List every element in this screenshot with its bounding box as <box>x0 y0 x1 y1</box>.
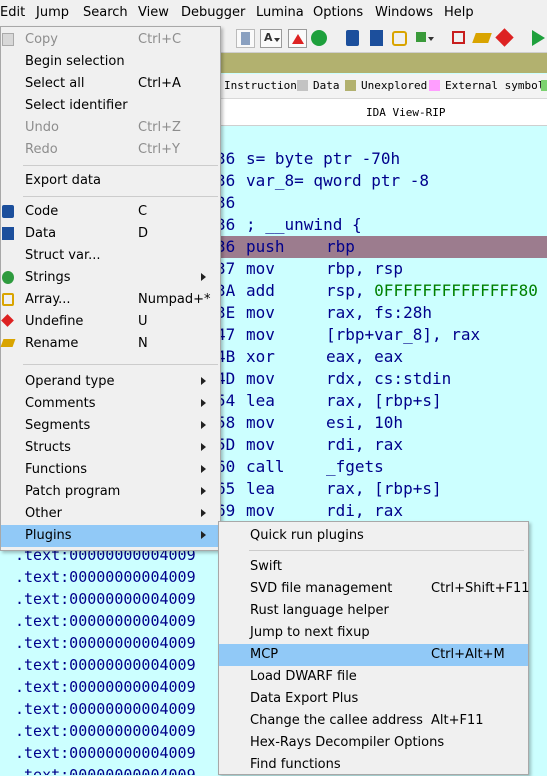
copy-icon <box>2 33 14 46</box>
menu-options[interactable]: Options <box>313 5 363 20</box>
menu-item-segments[interactable]: Segments <box>1 415 220 437</box>
stop-icon[interactable] <box>495 28 515 48</box>
submenu-arrow-icon <box>201 465 206 473</box>
menu-item-strings[interactable]: Strings <box>1 267 220 289</box>
menu-item-load-dwarf-file[interactable]: Load DWARF file <box>219 666 528 688</box>
menu-bar: Edit Jump Search View Debugger Lumina Op… <box>0 0 547 27</box>
plugins-submenu: Quick run plugins Swift SVD file managem… <box>218 521 529 775</box>
menu-item-data-export-plus[interactable]: Data Export Plus <box>219 688 528 710</box>
menu-item-undo[interactable]: Undo Ctrl+Z <box>1 117 220 139</box>
menu-item-functions[interactable]: Functions <box>1 459 220 481</box>
menu-item-svd-file-management[interactable]: SVD file management Ctrl+Shift+F11 <box>219 578 529 600</box>
menu-debugger[interactable]: Debugger <box>181 5 245 20</box>
menu-item-code[interactable]: Code C <box>1 201 220 223</box>
text-address[interactable]: .text:00000000004009 <box>15 654 196 676</box>
menu-item-rust-language-helper[interactable]: Rust language helper <box>219 600 528 622</box>
submenu-arrow-icon <box>201 421 206 429</box>
code-icon <box>2 205 14 218</box>
array-icon <box>2 293 14 306</box>
struct-icon[interactable] <box>391 29 410 48</box>
menu-jump[interactable]: Jump <box>36 5 69 20</box>
menu-item-patch-program[interactable]: Patch program <box>1 481 220 503</box>
submenu-arrow-icon <box>201 531 206 539</box>
menu-item-swift[interactable]: Swift <box>219 556 528 578</box>
text-address[interactable]: .text:00000000004009 <box>15 720 196 742</box>
green-circle-icon[interactable] <box>310 29 329 48</box>
menu-edit[interactable]: Edit <box>0 5 25 20</box>
legend-external-symbol: External symbol <box>445 79 545 92</box>
menu-item-data[interactable]: Data D <box>1 223 220 245</box>
menu-item-find-functions[interactable]: Find functions <box>219 754 528 776</box>
breakpoint-icon[interactable] <box>450 29 469 48</box>
edit-menu: Copy Ctrl+C Begin selection Select all C… <box>0 26 221 551</box>
graph-dropdown-icon[interactable] <box>415 29 434 48</box>
menu-item-export-data[interactable]: Export data <box>1 170 220 192</box>
menu-item-jump-to-next-fixup[interactable]: Jump to next fixup <box>219 622 528 644</box>
menu-separator <box>23 364 218 365</box>
menu-item-other[interactable]: Other <box>1 503 220 525</box>
text-address[interactable]: .text:00000000004009 <box>15 742 196 764</box>
menu-item-comments[interactable]: Comments <box>1 393 220 415</box>
data-icon[interactable] <box>368 29 387 48</box>
legend-next-swatch <box>541 80 547 91</box>
menu-lumina[interactable]: Lumina <box>256 5 304 20</box>
menu-item-operand-type[interactable]: Operand type <box>1 371 220 393</box>
text-address[interactable]: .text:00000000004009 <box>15 698 196 720</box>
text-address[interactable]: .text:00000000004009 <box>15 676 196 698</box>
legend-external-swatch <box>429 80 440 91</box>
run-icon[interactable] <box>528 29 547 48</box>
up-arrow-icon[interactable] <box>288 29 307 48</box>
legend-unexplored-swatch <box>345 80 356 91</box>
text-dropdown-button[interactable]: A <box>260 29 282 48</box>
menu-item-rename[interactable]: Rename N <box>0 333 220 355</box>
menu-item-hex-rays-decompiler-options[interactable]: Hex-Rays Decompiler Options <box>219 732 528 754</box>
submenu-arrow-icon <box>201 443 206 451</box>
code-icon[interactable] <box>344 29 363 48</box>
menu-item-array[interactable]: Array... Numpad+* <box>1 289 220 311</box>
menu-item-change-callee-address[interactable]: Change the callee address Alt+F11 <box>219 710 528 732</box>
menu-search[interactable]: Search <box>83 5 128 20</box>
menu-item-mcp[interactable]: MCP Ctrl+Alt+M <box>219 644 528 666</box>
submenu-arrow-icon <box>201 487 206 495</box>
menu-item-undefine[interactable]: Undefine U <box>1 311 220 333</box>
menu-item-struct-var[interactable]: Struct var... <box>1 245 220 267</box>
menu-help[interactable]: Help <box>444 5 474 20</box>
view-title: IDA View-RIP <box>366 106 446 119</box>
menu-item-plugins[interactable]: Plugins <box>1 525 220 547</box>
text-address[interactable]: .text:00000000004009 <box>15 588 196 610</box>
legend-unexplored: Unexplored <box>361 79 428 92</box>
menu-separator <box>23 165 218 166</box>
submenu-arrow-icon <box>201 273 206 281</box>
edit-icon[interactable] <box>472 29 492 48</box>
menu-item-quick-run-plugins[interactable]: Quick run plugins <box>219 525 528 547</box>
menu-item-begin-selection[interactable]: Begin selection <box>1 51 220 73</box>
menu-item-structs[interactable]: Structs <box>1 437 220 459</box>
menu-item-copy[interactable]: Copy Ctrl+C <box>1 29 220 51</box>
menu-item-redo[interactable]: Redo Ctrl+Y <box>1 139 220 161</box>
text-address[interactable]: .text:00000000004009 <box>15 610 196 632</box>
menu-separator <box>23 196 218 197</box>
submenu-arrow-icon <box>201 399 206 407</box>
menu-item-select-identifier[interactable]: Select identifier <box>1 95 220 117</box>
menu-view[interactable]: View <box>138 5 169 20</box>
rename-icon <box>0 339 16 347</box>
legend-data: Data <box>313 79 340 92</box>
legend-instruction: Instruction <box>224 79 297 92</box>
text-address[interactable]: .text:00000000004009 <box>15 566 196 588</box>
menu-windows[interactable]: Windows <box>375 5 433 20</box>
immediate-value: 0FFFFFFFFFFFFFF80 <box>374 281 538 300</box>
legend-data-swatch <box>297 80 308 91</box>
text-address[interactable]: .text:00000000004009 <box>15 632 196 654</box>
undefine-icon <box>1 314 14 327</box>
submenu-arrow-icon <box>201 377 206 385</box>
strings-icon <box>2 271 14 284</box>
text-address[interactable]: .text:00000000004009 <box>15 764 196 775</box>
data-icon <box>2 227 14 240</box>
format-button[interactable] <box>236 29 255 48</box>
submenu-arrow-icon <box>201 509 206 517</box>
menu-separator <box>249 550 524 551</box>
menu-item-select-all[interactable]: Select all Ctrl+A <box>1 73 220 95</box>
